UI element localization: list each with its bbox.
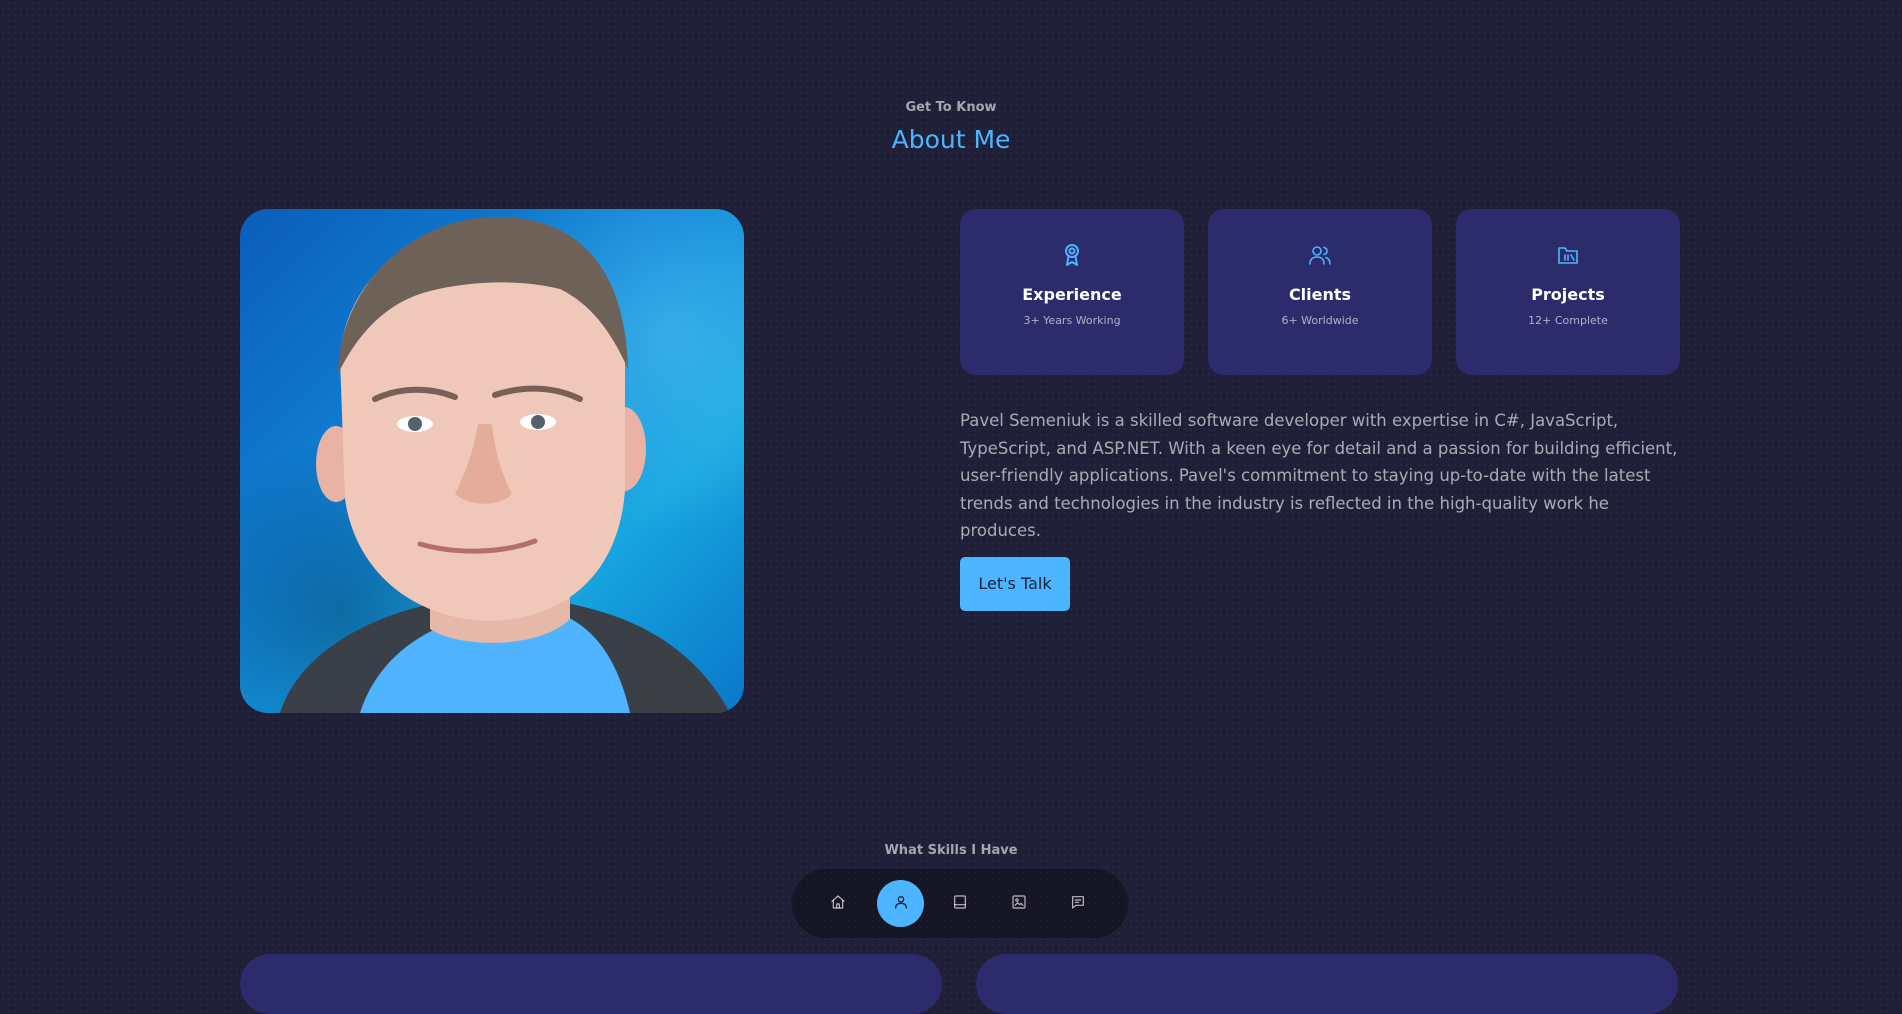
- nav-home[interactable]: [814, 880, 861, 927]
- profile-photo: [240, 209, 744, 713]
- experience-card-title: Experience: [1022, 285, 1122, 304]
- about-kicker: Get To Know: [905, 100, 997, 115]
- experience-card: Experience 3+ Years Working: [960, 209, 1184, 375]
- award-icon: [960, 243, 1184, 271]
- folder-icon: [1456, 243, 1680, 271]
- image-icon: [1011, 894, 1027, 914]
- nav-contact[interactable]: [1054, 880, 1101, 927]
- projects-card-subtitle: 12+ Complete: [1528, 314, 1608, 327]
- home-icon: [830, 894, 846, 914]
- bottom-nav: [792, 869, 1128, 938]
- projects-card-title: Projects: [1531, 285, 1605, 304]
- nav-portfolio[interactable]: [995, 880, 1042, 927]
- skills-panel-right: [976, 954, 1678, 1014]
- stats-cards: Experience 3+ Years Working Clients 6+ W…: [960, 209, 1680, 375]
- about-title: About Me: [891, 125, 1011, 154]
- skills-kicker: What Skills I Have: [884, 843, 1018, 858]
- portrait-illustration: [280, 216, 730, 713]
- lets-talk-button[interactable]: Let's Talk: [960, 557, 1070, 611]
- clients-card: Clients 6+ Worldwide: [1208, 209, 1432, 375]
- experience-card-subtitle: 3+ Years Working: [1023, 314, 1121, 327]
- nav-experience[interactable]: [936, 880, 983, 927]
- projects-card: Projects 12+ Complete: [1456, 209, 1680, 375]
- user-icon: [893, 894, 909, 914]
- nav-about[interactable]: [877, 880, 924, 927]
- bio-paragraph: Pavel Semeniuk is a skilled software dev…: [960, 411, 1678, 540]
- skills-section-header: What Skills I Have: [0, 843, 1902, 858]
- about-section-header: Get To Know About Me: [0, 100, 1902, 154]
- users-icon: [1208, 243, 1432, 271]
- message-icon: [1070, 894, 1086, 914]
- clients-card-title: Clients: [1288, 285, 1352, 304]
- book-icon: [952, 894, 968, 914]
- skills-panel-left: [240, 954, 942, 1014]
- clients-card-subtitle: 6+ Worldwide: [1281, 314, 1359, 327]
